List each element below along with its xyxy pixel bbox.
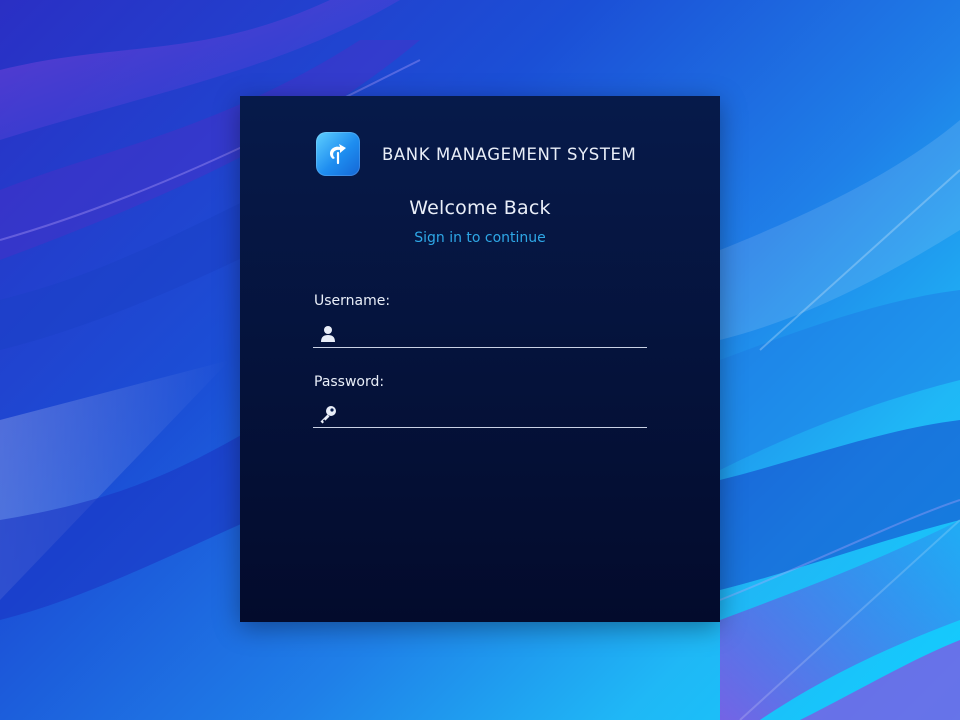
- key-icon: [317, 403, 339, 425]
- password-label: Password:: [314, 374, 385, 390]
- app-title: BANK MANAGEMENT SYSTEM: [382, 144, 637, 164]
- brand-header: BANK MANAGEMENT SYSTEM: [316, 132, 636, 176]
- welcome-subtitle: Sign in to continue: [414, 230, 546, 246]
- user-icon: [317, 323, 339, 345]
- upload-arrow-icon: [323, 139, 353, 169]
- login-card: BANK MANAGEMENT SYSTEM Welcome Back Sign…: [240, 96, 720, 622]
- password-field[interactable]: [313, 401, 647, 428]
- password-input[interactable]: [339, 403, 647, 425]
- app-logo: [316, 132, 360, 176]
- username-input[interactable]: [339, 323, 647, 345]
- username-label: Username:: [314, 293, 391, 309]
- welcome-title: Welcome Back: [409, 197, 551, 219]
- username-field[interactable]: [313, 321, 647, 348]
